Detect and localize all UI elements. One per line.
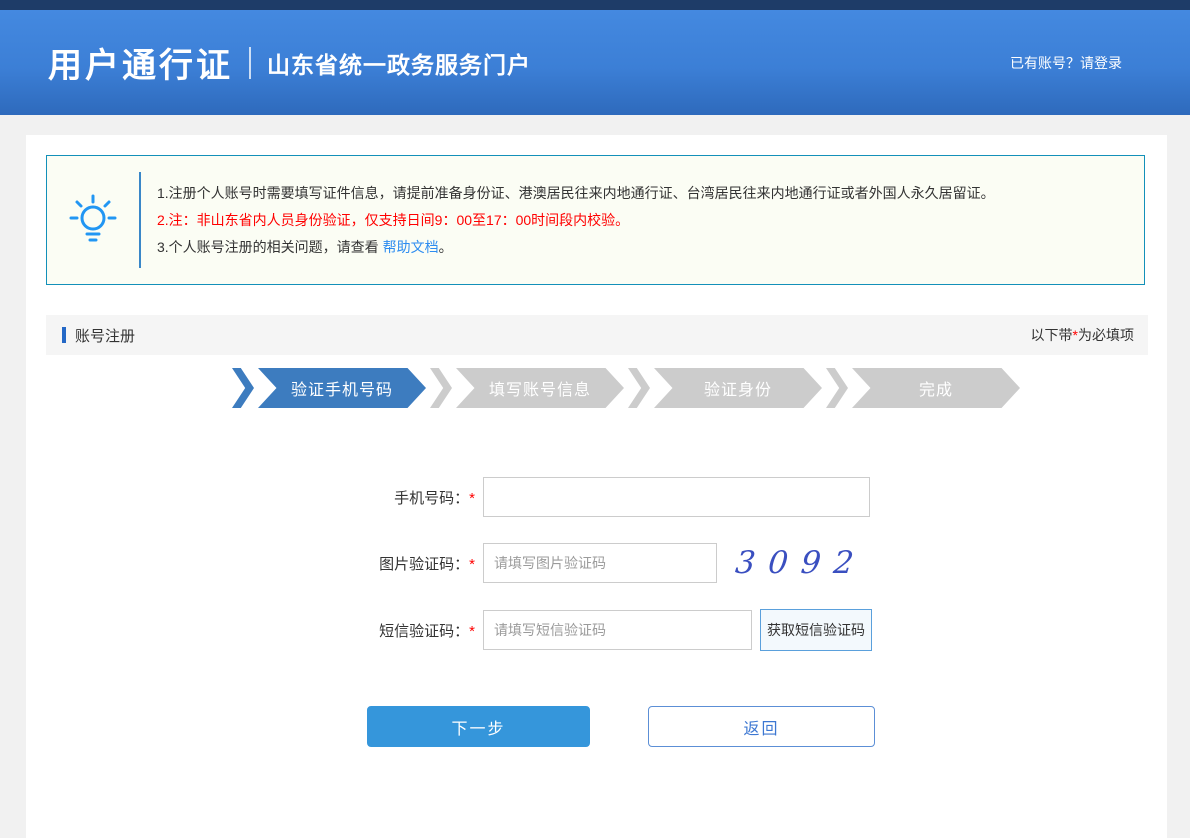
portal-title: 山东省统一政务服务门户 (267, 46, 531, 80)
sms-row: 短信验证码：* 获取短信验证码 (348, 609, 1147, 651)
step-arrow-icon (628, 368, 650, 408)
section-title: 账号注册 (75, 325, 135, 346)
captcha-input[interactable] (483, 543, 717, 583)
phone-row: 手机号码：* (348, 477, 1147, 517)
content-card: 1.注册个人账号时需要填写证件信息，请提前准备身份证、港澳居民往来内地通行证、台… (26, 135, 1167, 838)
sms-label: 短信验证码：* (348, 620, 483, 641)
action-buttons: 下一步 返回 (367, 706, 1147, 747)
step-label: 验证身份 (654, 368, 822, 408)
required-note-suffix: 为必填项 (1078, 327, 1134, 343)
step-arrow-icon (826, 368, 848, 408)
sms-input[interactable] (483, 610, 752, 650)
next-step-button[interactable]: 下一步 (367, 706, 590, 747)
get-sms-code-button[interactable]: 获取短信验证码 (760, 609, 872, 651)
step-wizard: 验证手机号码 填写账号信息 验证身份 完成 (232, 368, 1147, 408)
captcha-image[interactable]: 3092 (733, 543, 869, 583)
login-link[interactable]: 已有账号？请登录 (1010, 53, 1122, 73)
phone-label: 手机号码：* (348, 487, 483, 508)
title-accent-bar (62, 327, 66, 343)
captcha-label-text: 图片验证码： (379, 556, 469, 573)
section-header: 账号注册 以下带*为必填项 (46, 315, 1148, 355)
step-arrow-icon (232, 368, 254, 408)
step-label: 填写账号信息 (456, 368, 624, 408)
required-star: * (469, 490, 475, 507)
sms-label-text: 短信验证码： (379, 623, 469, 640)
step-arrow-icon (430, 368, 452, 408)
top-navy-strip (0, 0, 1190, 10)
step-verify-phone: 验证手机号码 (232, 368, 426, 408)
phone-input[interactable] (483, 477, 870, 517)
brand: 用户通行证 山东省统一政务服务门户 (48, 38, 531, 87)
captcha-label: 图片验证码：* (348, 553, 483, 574)
notice-line-1: 1.注册个人账号时需要填写证件信息，请提前准备身份证、港澳居民往来内地通行证、台… (157, 182, 995, 204)
step-complete: 完成 (826, 368, 1020, 408)
notice-content: 1.注册个人账号时需要填写证件信息，请提前准备身份证、港澳居民往来内地通行证、台… (141, 177, 995, 263)
section-title-wrap: 账号注册 (62, 325, 135, 346)
step-verify-identity: 验证身份 (628, 368, 822, 408)
brand-title: 用户通行证 (48, 38, 233, 87)
notice-line-3: 3.个人账号注册的相关问题，请查看 帮助文档。 (157, 236, 995, 258)
lightbulb-icon (47, 192, 139, 248)
step-label: 验证手机号码 (258, 368, 426, 408)
step-label: 完成 (852, 368, 1020, 408)
step-account-info: 填写账号信息 (430, 368, 624, 408)
notice-line-3-period: 。 (439, 239, 453, 255)
register-form: 手机号码：* 图片验证码：* 3092 短信验证码：* 获取短信验证码 下一步 … (46, 477, 1147, 747)
back-button[interactable]: 返回 (648, 706, 875, 747)
phone-label-text: 手机号码： (394, 490, 469, 507)
notice-box: 1.注册个人账号时需要填写证件信息，请提前准备身份证、港澳居民往来内地通行证、台… (46, 155, 1145, 285)
brand-divider (249, 47, 251, 79)
required-note-prefix: 以下带 (1031, 327, 1073, 343)
notice-line-2: 2.注：非山东省内人员身份验证，仅支持日间9：00至17：00时间段内校验。 (157, 209, 995, 231)
captcha-row: 图片验证码：* 3092 (348, 543, 1147, 583)
notice-line-3-text: 3.个人账号注册的相关问题，请查看 (157, 239, 383, 255)
page-header: 用户通行证 山东省统一政务服务门户 已有账号？请登录 (0, 10, 1190, 115)
help-doc-link[interactable]: 帮助文档 (383, 239, 439, 255)
required-note: 以下带*为必填项 (1031, 325, 1134, 345)
required-star: * (469, 623, 475, 640)
required-star: * (469, 556, 475, 573)
